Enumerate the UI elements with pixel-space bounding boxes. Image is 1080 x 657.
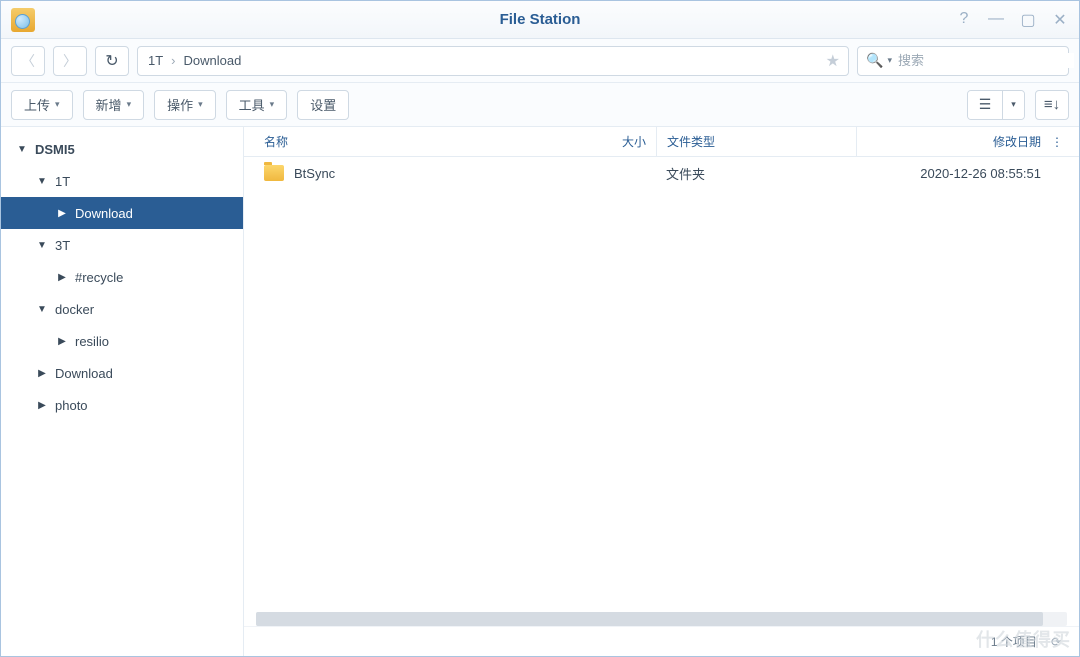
tree-item-label: #recycle [75, 270, 233, 285]
column-menu-icon[interactable]: ⋮ [1047, 135, 1067, 149]
status-bar: 1 个项目 ⟳ [244, 626, 1079, 656]
help-icon[interactable]: ? [955, 10, 973, 30]
file-list: BtSync 文件夹2020-12-26 08:55:51 [244, 157, 1079, 612]
view-list-button[interactable]: ☰ [968, 91, 1002, 119]
chevron-right-icon[interactable]: ▶ [35, 368, 49, 379]
tree-item[interactable]: ▶ resilio [1, 325, 243, 357]
chevron-down-icon[interactable]: ▼ [35, 176, 49, 187]
chevron-down-icon[interactable]: ▼ [35, 240, 49, 251]
column-date[interactable]: 修改日期 [856, 127, 1047, 156]
search-box[interactable]: 🔍 ▾ [857, 46, 1069, 76]
column-headers: 名称 大小 文件类型 修改日期 ⋮ [244, 127, 1079, 157]
tools-button[interactable]: 工具▾ [226, 90, 288, 120]
tree-root[interactable]: ▼ DSMI5 [1, 133, 243, 165]
sidebar: ▼ DSMI5 ▼ 1T ▶ Download ▼ 3T ▶ #recycle ▼ docker ▶… [1, 127, 244, 656]
view-dropdown-button[interactable]: ▾ [1002, 91, 1024, 119]
breadcrumb-separator: › [171, 53, 175, 68]
file-type: 文件夹 [656, 164, 856, 183]
tree-item-label: Download [75, 206, 233, 221]
tree-item-label: resilio [75, 334, 233, 349]
file-row[interactable]: BtSync 文件夹2020-12-26 08:55:51 [244, 157, 1079, 189]
tree-item[interactable]: ▶ photo [1, 389, 243, 421]
horizontal-scrollbar[interactable] [256, 612, 1067, 626]
chevron-right-icon[interactable]: ▶ [35, 400, 49, 411]
search-icon: 🔍 [866, 52, 883, 69]
tree-item-label: photo [55, 398, 233, 413]
breadcrumb-item[interactable]: Download [184, 53, 242, 68]
tree-item[interactable]: ▶ Download [1, 357, 243, 389]
file-name: BtSync [294, 166, 335, 181]
tree-item-label: Download [55, 366, 233, 381]
settings-button[interactable]: 设置 [297, 90, 349, 120]
window-title: File Station [500, 11, 581, 28]
refresh-status-icon[interactable]: ⟳ [1051, 635, 1061, 649]
chevron-down-icon[interactable]: ▼ [15, 144, 29, 155]
tree-item[interactable]: ▼ docker [1, 293, 243, 325]
folder-icon [264, 165, 284, 181]
minimize-icon[interactable]: — [987, 10, 1005, 30]
chevron-down-icon[interactable]: ▼ [35, 304, 49, 315]
breadcrumb[interactable]: 1T › Download ★ [137, 46, 849, 76]
breadcrumb-item[interactable]: 1T [148, 53, 163, 68]
search-input[interactable] [898, 53, 1074, 68]
create-button[interactable]: 新增▾ [83, 90, 145, 120]
back-button[interactable]: 〈 [11, 46, 45, 76]
search-dropdown-icon[interactable]: ▾ [887, 55, 892, 66]
tree-item-label: 3T [55, 238, 233, 253]
file-date: 2020-12-26 08:55:51 [856, 166, 1067, 181]
tree-item[interactable]: ▼ 3T [1, 229, 243, 261]
reload-button[interactable]: ↻ [95, 46, 129, 76]
item-count: 1 个项目 [991, 633, 1037, 650]
tree-item-label: 1T [55, 174, 233, 189]
chevron-right-icon[interactable]: ▶ [55, 336, 69, 347]
column-name[interactable]: 名称 [256, 133, 596, 150]
favorite-icon[interactable]: ★ [826, 51, 840, 71]
column-size[interactable]: 大小 [596, 133, 656, 150]
column-type[interactable]: 文件类型 [656, 127, 856, 156]
tree-item[interactable]: ▼ 1T [1, 165, 243, 197]
upload-button[interactable]: 上传▾ [11, 90, 73, 120]
forward-button[interactable]: 〉 [53, 46, 87, 76]
app-icon [11, 8, 35, 32]
action-button[interactable]: 操作▾ [154, 90, 216, 120]
tree-item[interactable]: ▶ Download [1, 197, 243, 229]
sort-button[interactable]: ≡↓ [1035, 90, 1069, 120]
maximize-icon[interactable]: ▢ [1019, 10, 1037, 30]
close-icon[interactable]: ✕ [1051, 10, 1069, 30]
chevron-right-icon[interactable]: ▶ [55, 272, 69, 283]
chevron-right-icon[interactable]: ▶ [55, 208, 69, 219]
tree-item[interactable]: ▶ #recycle [1, 261, 243, 293]
tree-item-label: docker [55, 302, 233, 317]
